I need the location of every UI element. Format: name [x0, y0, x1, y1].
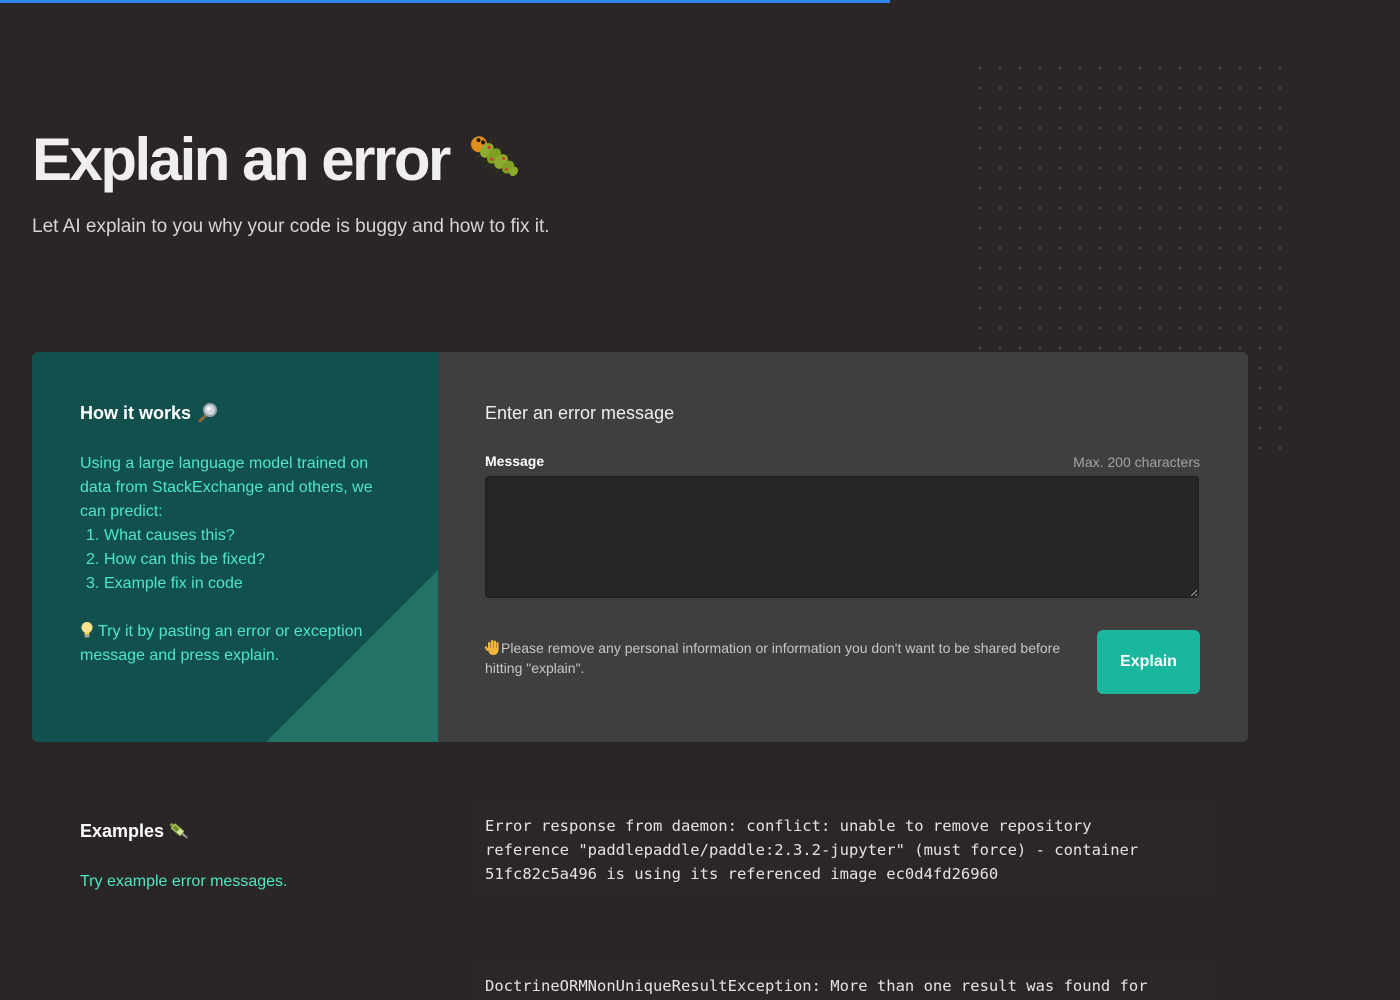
page-title-text: Explain an error	[32, 126, 451, 193]
privacy-note-text: Please remove any personal information o…	[485, 640, 1061, 676]
syringe-icon	[168, 820, 190, 842]
explain-card: How it works Using a large language mode…	[32, 352, 1248, 742]
step-item: 2. How can this be fixed?	[86, 548, 265, 572]
how-it-works-title: How it works	[80, 402, 219, 424]
example-error-card[interactable]: Error response from daemon: conflict: un…	[473, 802, 1215, 898]
step-text: What causes this?	[104, 527, 235, 544]
example-error-card[interactable]: DoctrineORMNonUniqueResultException: Mor…	[473, 962, 1215, 1000]
step-item: 1. What causes this?	[86, 524, 265, 548]
step-number: 2.	[86, 551, 100, 568]
lightbulb-icon	[80, 621, 94, 639]
explain-button[interactable]: Explain	[1097, 630, 1200, 694]
step-text: Example fix in code	[104, 575, 243, 592]
error-form-panel: Enter an error message Message Max. 200 …	[438, 352, 1248, 742]
step-text: How can this be fixed?	[104, 551, 265, 568]
examples-title: Examples	[80, 820, 190, 842]
how-it-works-tip: Try it by pasting an error or exception …	[80, 620, 400, 668]
examples-description: Try example error messages.	[80, 873, 288, 890]
page-subtitle: Let AI explain to you why your code is b…	[32, 216, 550, 237]
message-textarea[interactable]	[485, 476, 1199, 598]
form-title: Enter an error message	[485, 403, 675, 423]
raised-hand-icon	[484, 639, 501, 656]
step-number: 1.	[86, 527, 100, 544]
step-item: 3. Example fix in code	[86, 572, 265, 596]
examples-title-text: Examples	[80, 820, 165, 841]
page-title: Explain an error	[32, 122, 525, 198]
page: Explain an error Let AI explain to you w…	[0, 0, 1400, 1000]
step-number: 3.	[86, 575, 100, 592]
tip-text: Try it by pasting an error or exception …	[80, 623, 363, 664]
page-load-progress-bar	[0, 0, 891, 3]
how-it-works-title-text: How it works	[80, 402, 192, 423]
how-it-works-steps: 1. What causes this? 2. How can this be fi…	[80, 524, 265, 596]
how-it-works-panel: How it works Using a large language mode…	[32, 352, 438, 742]
how-it-works-description: Using a large language model trained on …	[80, 455, 373, 520]
privacy-note: Please remove any personal information o…	[484, 638, 1065, 678]
message-char-limit-hint: Max. 200 characters	[1073, 454, 1200, 470]
caterpillar-bug-icon	[463, 125, 525, 187]
magnifier-icon	[197, 402, 219, 424]
message-label: Message	[485, 453, 545, 469]
